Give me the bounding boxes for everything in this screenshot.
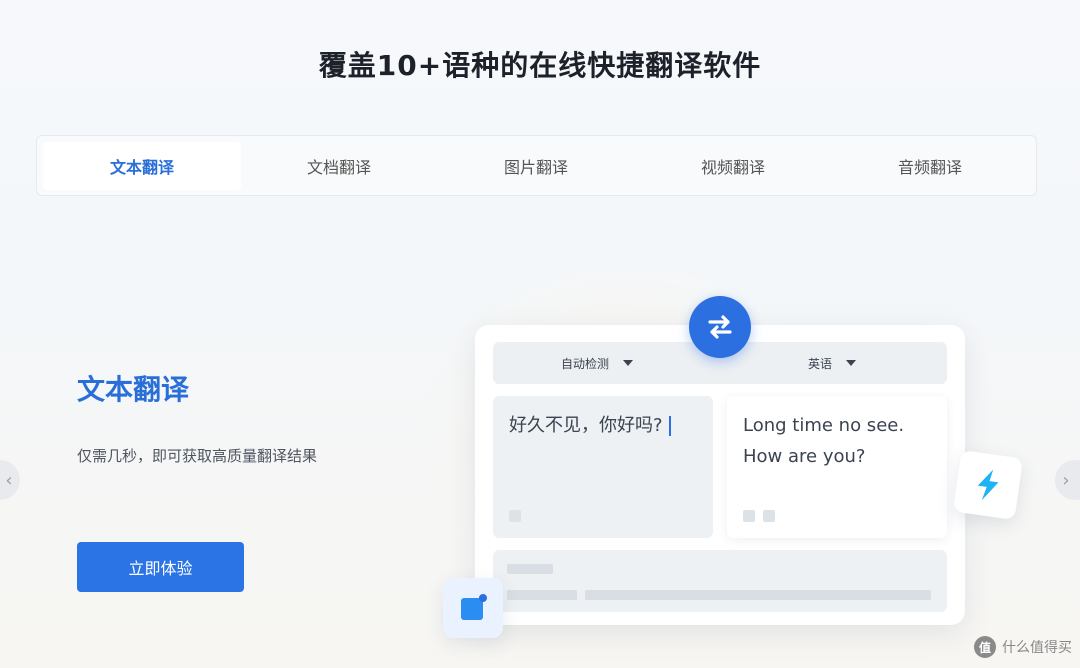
source-text-pane[interactable]: 好久不见，你好吗?	[493, 396, 713, 538]
speed-badge	[952, 449, 1024, 521]
extra-output-area	[493, 550, 947, 612]
pane-control-dot	[743, 510, 755, 522]
try-now-button[interactable]: 立即体验	[77, 542, 244, 592]
lightning-bolt-icon	[977, 469, 999, 501]
chevron-right-icon: ›	[1062, 469, 1070, 491]
caret-down-icon	[623, 360, 634, 366]
target-text-line: Long time no see.	[743, 415, 905, 436]
target-text-pane: Long time no see. How are you?	[727, 396, 947, 538]
target-text-line: How are you?	[743, 446, 866, 467]
note-badge	[443, 578, 503, 638]
source-language-select[interactable]: 自动检测	[561, 342, 634, 384]
page-title: 覆盖10+语种的在线快捷翻译软件	[318, 49, 762, 82]
placeholder-line	[507, 590, 577, 600]
tab-audio-translation[interactable]: 音频翻译	[831, 142, 1029, 190]
placeholder-line	[507, 564, 553, 574]
swap-language-button[interactable]	[689, 296, 751, 358]
caret-down-icon	[846, 360, 857, 366]
target-language-label: 英语	[808, 356, 833, 371]
tab-image-translation[interactable]: 图片翻译	[437, 142, 635, 190]
tab-text-translation[interactable]: 文本翻译	[43, 142, 241, 190]
target-language-select[interactable]: 英语	[808, 342, 857, 384]
feature-tabs: 文本翻译 文档翻译 图片翻译 视频翻译 音频翻译	[36, 135, 1037, 196]
source-language-label: 自动检测	[561, 356, 610, 371]
pane-control-dot	[763, 510, 775, 522]
tab-video-translation[interactable]: 视频翻译	[634, 142, 832, 190]
source-text: 好久不见，你好吗?	[509, 415, 663, 436]
watermark-text: 什么值得买	[1002, 640, 1072, 656]
placeholder-line	[585, 590, 931, 600]
carousel-next-button[interactable]: ›	[1055, 460, 1080, 500]
translator-card: 自动检测 英语 好久不见，你好吗? Long time no see. How …	[475, 325, 965, 625]
feature-heading: 文本翻译	[77, 373, 190, 406]
watermark: 值 什么值得买	[974, 636, 1072, 658]
carousel-prev-button[interactable]: ‹	[0, 460, 20, 500]
chevron-left-icon: ‹	[5, 469, 13, 491]
note-icon	[461, 594, 487, 620]
watermark-logo: 值	[974, 636, 996, 658]
swap-arrows-icon	[708, 315, 732, 339]
feature-description: 仅需几秒，即可获取高质量翻译结果	[77, 447, 318, 465]
text-cursor	[668, 416, 671, 436]
pane-control-dot	[509, 510, 521, 522]
tab-document-translation[interactable]: 文档翻译	[240, 142, 438, 190]
